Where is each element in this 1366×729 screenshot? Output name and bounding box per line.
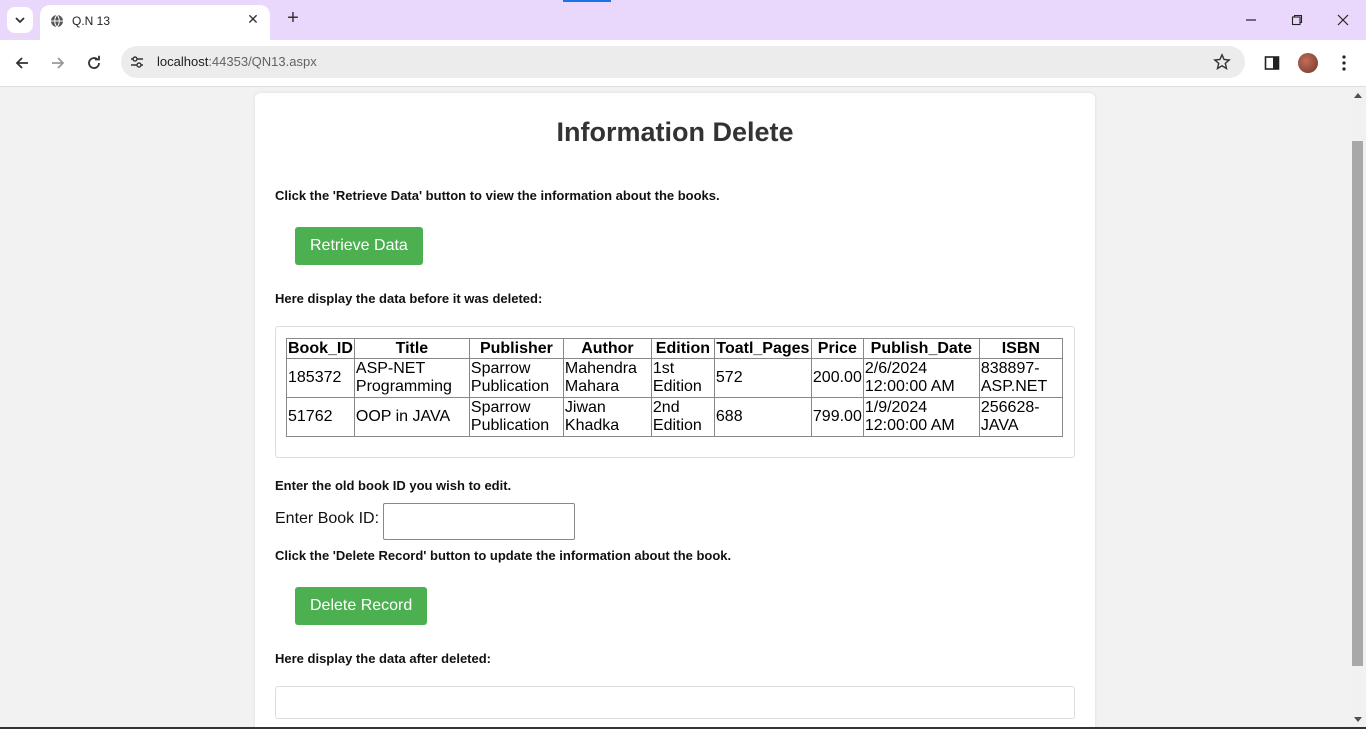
side-panel-button[interactable] (1261, 52, 1283, 74)
close-tab-icon[interactable]: ✕ (244, 10, 262, 28)
delete-record-button[interactable]: Delete Record (295, 587, 428, 625)
col-author: Author (562, 338, 652, 359)
cell-author: Jiwan Khadka (562, 397, 652, 437)
page-viewport: Information Delete Click the 'Retrieve D… (0, 87, 1350, 729)
site-info-icon[interactable] (129, 54, 145, 70)
cell-price: 799.00 (810, 397, 864, 437)
enter-id-instruction: Enter the old book ID you wish to edit. (275, 478, 512, 493)
book-id-label: Enter Book ID: (275, 510, 380, 527)
col-isbn: ISBN (978, 338, 1063, 359)
before-table-container: Book_ID Title Publisher Author Edition T… (275, 326, 1075, 458)
avatar (1298, 53, 1318, 73)
cell-isbn: 838897-ASP.NET (978, 358, 1063, 398)
address-bar[interactable]: localhost:44353/QN13.aspx (121, 46, 1245, 78)
cell-author: Mahendra Mahara (562, 358, 652, 398)
cell-publisher: Sparrow Publication (468, 397, 564, 437)
after-table-container (275, 686, 1075, 719)
side-panel-icon (1264, 56, 1280, 70)
forward-arrow-icon (52, 57, 65, 69)
new-tab-button[interactable]: + (282, 8, 304, 30)
cell-publish-date: 1/9/2024 12:00:00 AM (862, 397, 980, 437)
retrieve-data-button[interactable]: Retrieve Data (295, 227, 423, 265)
restore-icon (1291, 14, 1303, 26)
reload-icon (88, 55, 100, 69)
close-window-button[interactable] (1333, 10, 1353, 30)
delete-instruction: Click the 'Delete Record' button to upda… (275, 548, 732, 563)
url-host: localhost (157, 54, 209, 69)
scrollbar-thumb[interactable] (1352, 141, 1363, 666)
scroll-up-arrow-icon[interactable] (1354, 93, 1362, 98)
col-title: Title (353, 338, 470, 359)
forward-button[interactable] (47, 52, 69, 74)
kebab-menu-icon (1342, 55, 1346, 71)
cell-title: ASP-NET Programming (353, 358, 470, 398)
back-button[interactable] (11, 52, 33, 74)
menu-button[interactable] (1333, 52, 1355, 74)
cell-total-pages: 688 (713, 397, 812, 437)
restore-button[interactable] (1287, 10, 1307, 30)
minimize-button[interactable] (1241, 10, 1261, 30)
books-table: Book_ID Title Publisher Author Edition T… (286, 338, 1063, 437)
browser-toolbar: localhost:44353/QN13.aspx (0, 40, 1366, 87)
url-text: localhost:44353/QN13.aspx (157, 54, 317, 69)
cell-book-id: 51762 (286, 397, 355, 437)
cell-book-id: 185372 (286, 358, 355, 398)
bookmark-star-icon[interactable] (1213, 53, 1231, 71)
table-row: 185372 ASP-NET Programming Sparrow Publi… (286, 358, 1063, 398)
cell-price: 200.00 (810, 358, 864, 398)
cell-title: OOP in JAVA (353, 397, 470, 437)
cell-publish-date: 2/6/2024 12:00:00 AM (862, 358, 980, 398)
col-edition: Edition (650, 338, 715, 359)
cell-total-pages: 572 (713, 358, 812, 398)
table-row: 51762 OOP in JAVA Sparrow Publication Ji… (286, 397, 1063, 437)
browser-tab[interactable]: Q.N 13 ✕ (40, 5, 270, 40)
reload-button[interactable] (83, 52, 105, 74)
tab-indicator (563, 0, 611, 2)
minimize-icon (1246, 19, 1256, 21)
col-publisher: Publisher (468, 338, 564, 359)
tab-bar: Q.N 13 ✕ + (0, 0, 1366, 40)
scroll-down-arrow-icon[interactable] (1354, 717, 1362, 722)
vertical-scrollbar[interactable] (1350, 87, 1366, 729)
chevron-down-icon (15, 17, 25, 24)
cell-isbn: 256628-JAVA (978, 397, 1063, 437)
book-id-input[interactable] (383, 503, 575, 540)
cell-edition: 2nd Edition (650, 397, 715, 437)
cell-edition: 1st Edition (650, 358, 715, 398)
cell-publisher: Sparrow Publication (468, 358, 564, 398)
tab-search-button[interactable] (7, 7, 33, 33)
before-delete-label: Here display the data before it was dele… (275, 291, 543, 306)
url-path: :44353/QN13.aspx (208, 54, 317, 69)
after-delete-label: Here display the data after deleted: (275, 651, 492, 666)
content-card: Information Delete Click the 'Retrieve D… (255, 93, 1095, 729)
globe-icon (51, 14, 63, 28)
tab-title: Q.N 13 (72, 14, 111, 28)
col-price: Price (810, 338, 864, 359)
back-arrow-icon (15, 57, 28, 69)
col-total-pages: Toatl_Pages (713, 338, 812, 359)
profile-button[interactable] (1297, 52, 1319, 74)
table-header-row: Book_ID Title Publisher Author Edition T… (286, 338, 1063, 359)
col-publish-date: Publish_Date (862, 338, 980, 359)
page-title: Information Delete (556, 117, 794, 147)
col-book-id: Book_ID (286, 338, 355, 359)
close-icon (1337, 14, 1349, 26)
retrieve-instruction: Click the 'Retrieve Data' button to view… (275, 188, 720, 203)
